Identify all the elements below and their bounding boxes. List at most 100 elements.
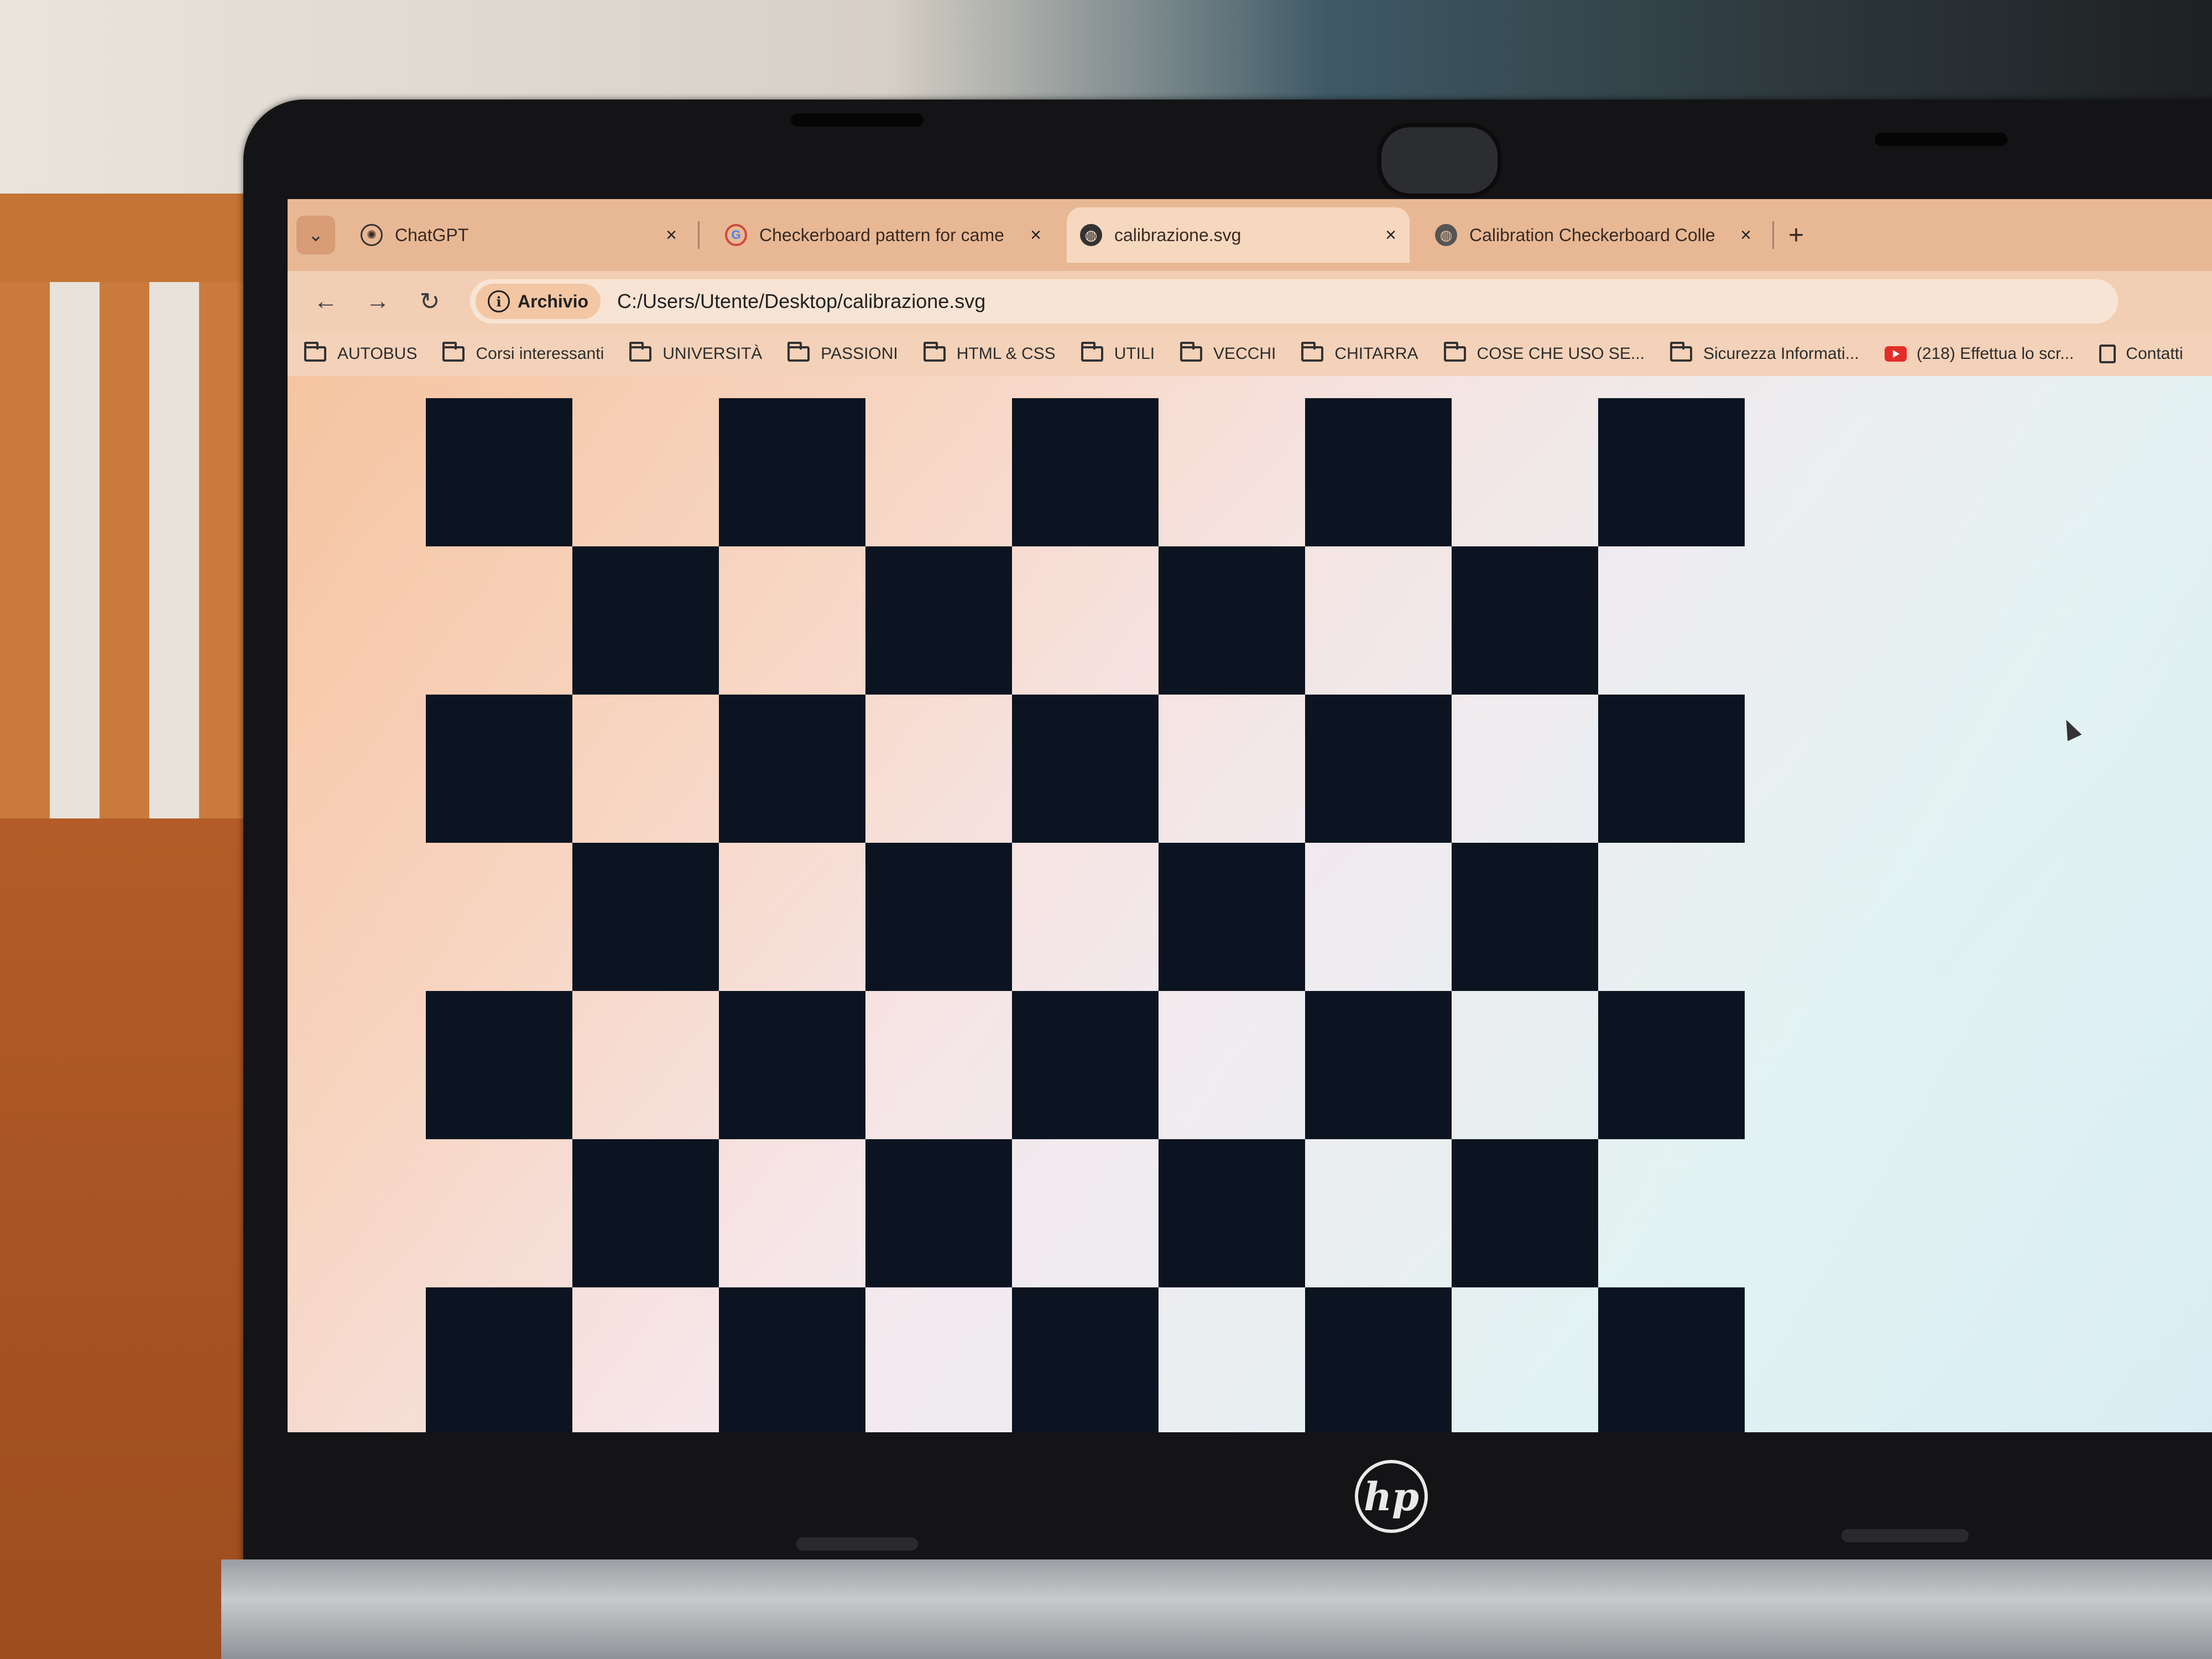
bookmarks-bar: AUTOBUS Corsi interessanti UNIVERSITÀ PA… <box>288 332 2212 376</box>
bookmark-label: CHITARRA <box>1334 345 1418 363</box>
bookmark-contatti[interactable]: Contatti <box>2099 345 2183 363</box>
back-button[interactable]: ← <box>312 288 340 315</box>
address-bar[interactable]: i Archivio C:/Users/Utente/Desktop/calib… <box>470 279 2118 324</box>
bookmark-cose-che-uso[interactable]: COSE CHE USO SE... <box>1443 342 1645 363</box>
bookmark-passioni[interactable]: PASSIONI <box>787 342 898 363</box>
checker-square-light <box>1305 1139 1452 1287</box>
lid-slot-left <box>791 113 924 127</box>
globe-icon: ◍ <box>1435 224 1457 246</box>
chevron-down-icon: ⌄ <box>307 225 324 246</box>
folder-icon <box>1670 342 1692 362</box>
info-icon: i <box>488 290 510 312</box>
globe-icon: ◍ <box>1080 224 1102 246</box>
checker-square-dark <box>426 991 572 1139</box>
tab-chatgpt[interactable]: ✺ ChatGPT × <box>347 207 690 263</box>
checker-square-light <box>572 695 719 843</box>
checker-square-dark <box>572 546 719 695</box>
bookmark-vecchi[interactable]: VECCHI <box>1180 342 1276 363</box>
checker-square-dark <box>865 1139 1012 1287</box>
laptop-hinge <box>221 1559 2212 1659</box>
hp-logo: hp <box>1355 1460 1428 1533</box>
checker-square-dark <box>1305 398 1452 546</box>
youtube-icon <box>1884 346 1907 362</box>
checker-square-light <box>1159 695 1305 843</box>
checker-square-dark <box>1598 695 1745 843</box>
folder-icon <box>1301 342 1324 362</box>
bookmark-chitarra[interactable]: CHITARRA <box>1301 342 1418 363</box>
close-icon[interactable]: × <box>666 225 677 246</box>
bookmark-universita[interactable]: UNIVERSITÀ <box>629 342 763 363</box>
checker-square-light <box>719 546 865 695</box>
new-tab-button[interactable]: + <box>1788 220 1804 251</box>
bookmark-autobus[interactable]: AUTOBUS <box>304 342 417 363</box>
mouse-cursor-icon <box>2059 716 2082 742</box>
checker-square-dark <box>1012 1287 1159 1432</box>
tab-title: Calibration Checkerboard Colle <box>1469 225 1715 245</box>
reload-button[interactable]: ↻ <box>416 288 444 316</box>
webcam-cover <box>1377 123 1502 198</box>
checker-square-dark <box>1012 991 1159 1139</box>
checker-square-light <box>426 1139 572 1287</box>
checker-square-dark <box>1598 991 1745 1139</box>
checker-square-dark <box>1305 1287 1452 1432</box>
checker-square-light <box>865 991 1012 1139</box>
site-info-chip[interactable]: i Archivio <box>476 284 601 319</box>
checker-square-dark <box>719 695 865 843</box>
bookmark-label: HTML & CSS <box>956 345 1056 363</box>
checker-square-light <box>572 398 719 546</box>
checker-square-dark <box>1305 991 1452 1139</box>
bookmark-label: (218) Effettua lo scr... <box>1916 345 2074 363</box>
folder-icon <box>1443 342 1466 362</box>
checker-square-light <box>1452 1287 1598 1432</box>
bookmark-label: Corsi interessanti <box>476 345 604 363</box>
checker-square-dark <box>719 398 865 546</box>
checker-square-light <box>1452 398 1598 546</box>
bookmark-html-css[interactable]: HTML & CSS <box>923 342 1056 363</box>
tab-list-button[interactable]: ⌄ <box>296 216 335 254</box>
bookmark-youtube[interactable]: (218) Effettua lo scr... <box>1884 345 2074 363</box>
checker-square-light <box>1452 991 1598 1139</box>
contact-icon <box>2099 345 2116 363</box>
checker-square-dark <box>426 695 572 843</box>
checker-square-light <box>1452 695 1598 843</box>
checker-square-light <box>1159 1287 1305 1432</box>
close-icon[interactable]: × <box>1740 225 1751 246</box>
url-text[interactable]: C:/Users/Utente/Desktop/calibrazione.svg <box>617 290 985 313</box>
bookmark-label: COSE CHE USO SE... <box>1477 345 1645 363</box>
checker-square-dark <box>1452 1139 1598 1287</box>
checker-square-light <box>865 695 1012 843</box>
bookmark-corsi-interessanti[interactable]: Corsi interessanti <box>442 342 604 363</box>
forward-button[interactable]: → <box>364 288 392 315</box>
tab-separator <box>1772 221 1774 249</box>
bookmark-label: UNIVERSITÀ <box>662 345 763 363</box>
checker-square-light <box>1598 546 1745 695</box>
checker-square-dark <box>1012 398 1159 546</box>
bookmark-utili[interactable]: UTILI <box>1081 342 1155 363</box>
checker-square-dark <box>865 546 1012 695</box>
checker-square-light <box>1159 991 1305 1139</box>
close-icon[interactable]: × <box>1030 225 1041 246</box>
folder-icon <box>923 342 946 362</box>
checker-square-dark <box>1452 843 1598 991</box>
checker-square-light <box>1012 1139 1159 1287</box>
checker-square-dark <box>1159 546 1305 695</box>
checker-square-light <box>426 843 572 991</box>
checker-square-dark <box>1598 398 1745 546</box>
folder-icon <box>1180 342 1203 362</box>
bookmark-sicurezza[interactable]: Sicurezza Informati... <box>1670 342 1859 363</box>
checker-square-light <box>1012 843 1159 991</box>
tab-calibrazione[interactable]: ◍ calibrazione.svg × <box>1067 207 1410 263</box>
checker-square-dark <box>1159 843 1305 991</box>
checker-square-light <box>1305 843 1452 991</box>
tab-checkerboard-search[interactable]: G Checkerboard pattern for came × <box>712 207 1055 263</box>
checker-square-dark <box>1452 546 1598 695</box>
close-icon[interactable]: × <box>1385 225 1396 246</box>
lid-slot-right <box>1875 133 2007 146</box>
checker-square-light <box>572 991 719 1139</box>
checker-square-light <box>1012 546 1159 695</box>
tab-calibration-collection[interactable]: ◍ Calibration Checkerboard Colle × <box>1422 207 1765 263</box>
bookmark-label: PASSIONI <box>821 345 898 363</box>
background-chair <box>0 194 249 830</box>
checker-square-light <box>1159 398 1305 546</box>
checker-square-dark <box>426 398 572 546</box>
